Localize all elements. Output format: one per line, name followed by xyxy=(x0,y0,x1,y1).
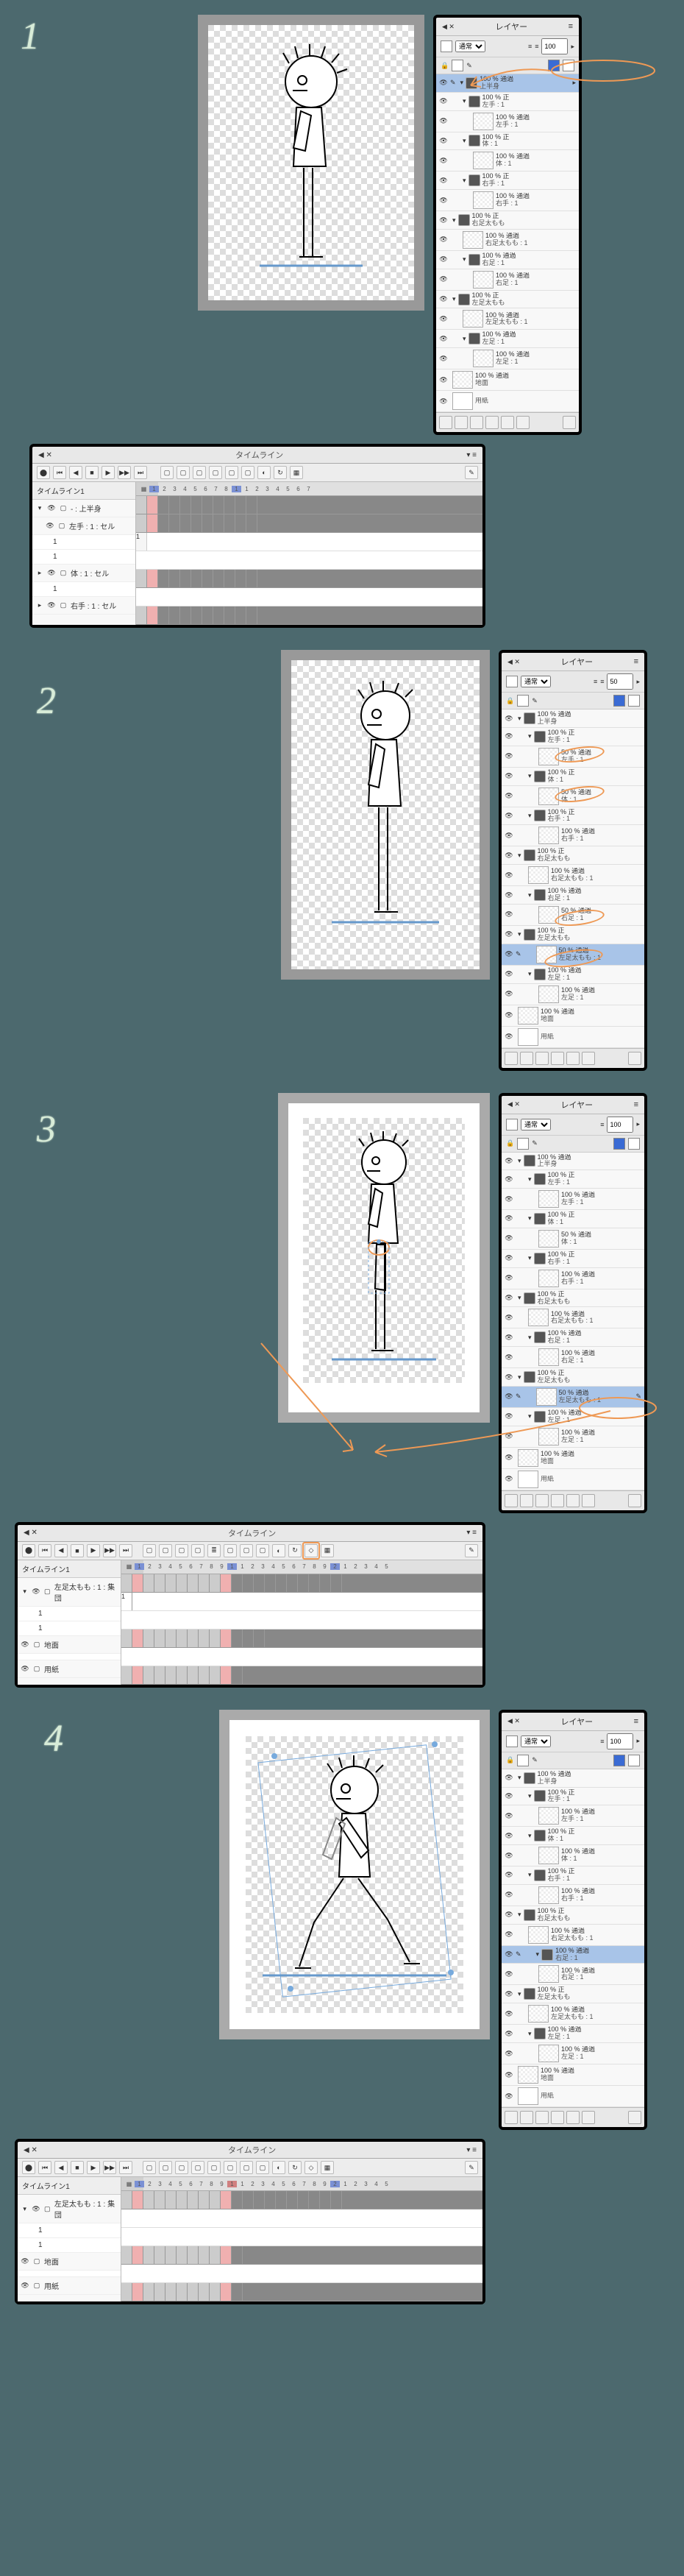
layers-panel-2: ◀ ✕レイヤー≡ 通常 ≡≡ ▸ 🔒✎ 👁▾100 % 通過上半身 👁▾100 … xyxy=(499,650,647,1070)
play-button-2[interactable]: ▶▶ xyxy=(118,466,131,479)
timeline-panel-4: ◀ ✕タイムライン▾ ≡ ⬤⏮◀■▶▶▶⏭ ▢▢▢▢▢▢▢▢◐↻◇▦ ✎ タイム… xyxy=(15,2139,485,2304)
mask-indicator[interactable] xyxy=(548,60,560,71)
keyframe-button[interactable]: ◇ xyxy=(304,1544,318,1557)
step-number-4: 4 xyxy=(44,1717,63,1761)
layers-panel-3: ◀ ✕レイヤー≡ 通常≡▸ 🔒✎ 👁▾100 % 通過上半身 👁▾100 % 正… xyxy=(499,1093,647,1513)
canvas-step1 xyxy=(198,15,424,311)
track-row[interactable] xyxy=(136,496,482,514)
lock-icon[interactable]: 🔒 xyxy=(441,62,449,70)
menu-icon[interactable]: ≡ xyxy=(569,22,573,31)
tree-row[interactable]: ▾👁▢- : 上半身 xyxy=(32,500,135,517)
timeline-panel-1: ◀ ✕タイムライン▾ ≡ ⬤ ⏮ ◀ ■ ▶ ▶▶ ⏭ ▢▢▢▢▢▢ ◐↻▦ ✎… xyxy=(29,444,485,628)
panel-title: レイヤー xyxy=(495,21,527,32)
canvas-step2 xyxy=(281,650,490,980)
canvas-step3 xyxy=(278,1093,490,1423)
skip-first-button[interactable]: ⏮ xyxy=(53,466,66,479)
timeline-toolbar: ⬤ ⏮ ◀ ■ ▶ ▶▶ ⏭ ▢▢▢▢▢▢ ◐↻▦ ✎ xyxy=(32,464,482,482)
close-icon[interactable]: ◀ ✕ xyxy=(442,23,455,31)
skip-last-button[interactable]: ⏭ xyxy=(134,466,147,479)
blend-mode-select[interactable]: 通常 xyxy=(455,40,485,52)
frame-ruler[interactable]: ▦1234567811234567 xyxy=(136,482,482,496)
play-button[interactable]: ▶ xyxy=(101,466,115,479)
menu-icon[interactable]: ▾ ≡ xyxy=(466,451,477,459)
delete-layer-button[interactable] xyxy=(563,416,576,429)
canvas-step4 xyxy=(219,1710,490,2039)
checkbox[interactable] xyxy=(441,40,452,52)
record-button[interactable]: ⬤ xyxy=(37,466,50,479)
layers-panel-1: ◀ ✕レイヤー≡ 通常 ≡≡ ▸ 🔒✎ 👁✎▾100 % 通過上半身▸ 👁▾10… xyxy=(433,15,582,435)
timeline-name[interactable]: タイムライン1 xyxy=(32,482,135,500)
step-number-1: 1 xyxy=(21,15,40,58)
blend-mode-select[interactable]: 通常 xyxy=(521,676,551,687)
step-number-2: 2 xyxy=(37,679,56,723)
folder-icon[interactable] xyxy=(466,77,477,89)
stop-button[interactable]: ■ xyxy=(85,466,99,479)
layers-panel-4: ◀ ✕レイヤー≡ 通常≡▸ 🔒✎ 👁▾100 % 通過上半身 👁▾100 % 正… xyxy=(499,1710,647,2130)
opacity-input[interactable] xyxy=(607,673,633,690)
prev-button[interactable]: ◀ xyxy=(69,466,82,479)
visibility-icon[interactable]: 👁 xyxy=(439,79,448,87)
layer-tree: 👁✎▾100 % 通過上半身▸ 👁▾100 % 正左手 : 1 👁100 % 通… xyxy=(436,74,579,412)
step-number-3: 3 xyxy=(37,1108,56,1151)
timeline-panel-3: ◀ ✕タイムライン▾ ≡ ⬤⏮◀■▶▶▶⏭ ▢▢▢▢≣▢▢▢ ◐↻ ◇ ▦ ✎ … xyxy=(15,1522,485,1688)
new-layer-button[interactable] xyxy=(439,416,452,429)
close-icon[interactable]: ◀ ✕ xyxy=(38,451,52,459)
opacity-input[interactable] xyxy=(541,38,568,54)
